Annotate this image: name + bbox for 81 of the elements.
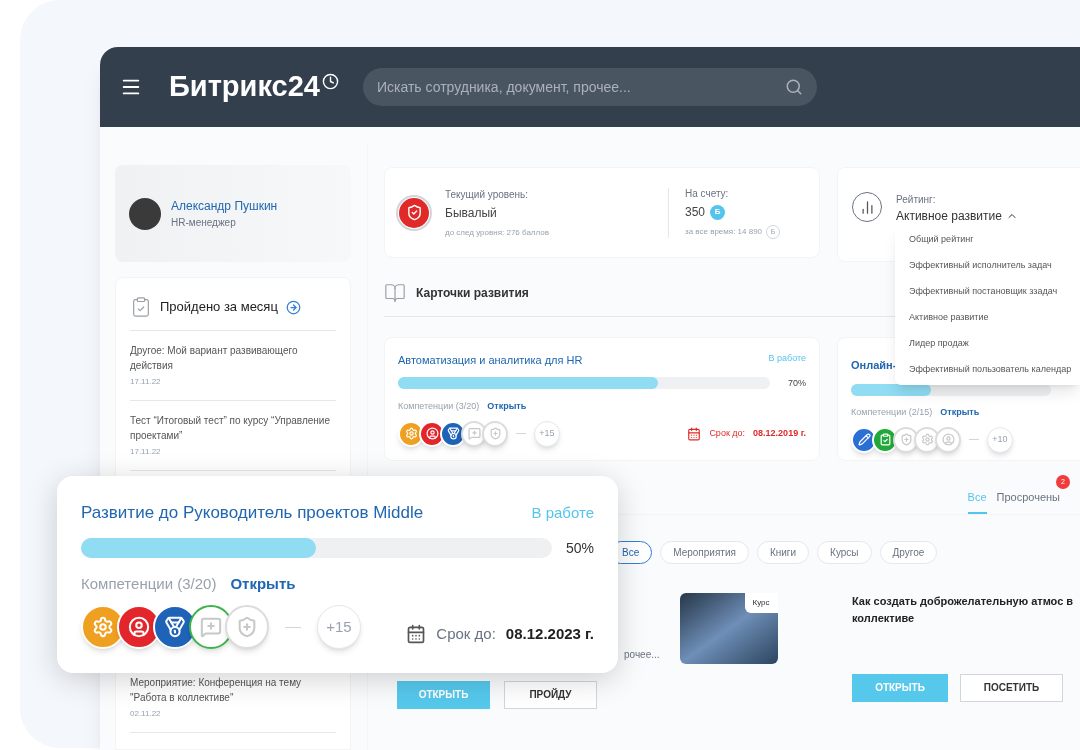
open-link[interactable]: Открыть (230, 572, 296, 595)
competencies-count: Компетенции (3/20) (81, 573, 217, 594)
logo: Битрикс24 (169, 69, 320, 105)
clipboard-check-icon (130, 296, 152, 318)
activity-title[interactable]: Тест “Итоговый тест” по курсу “Управление проектами” (130, 413, 336, 443)
card-title[interactable]: Онлайн- (851, 359, 897, 371)
rating-dropdown[interactable]: Активное развитие (896, 207, 1018, 225)
due-label: Срок до: (436, 623, 496, 644)
competencies-count: Компетенции (2/15) (851, 406, 933, 419)
shield-plus-icon (899, 433, 913, 446)
rating-option[interactable]: Лидер продаж (895, 337, 1080, 351)
activity-date: 02.11.22 (130, 708, 162, 720)
gear-icon (92, 616, 114, 638)
progress-percent: 50% (565, 538, 594, 558)
clipboard-check-icon (878, 433, 892, 446)
search-field[interactable]: Искать сотрудника, документ, прочее... (362, 68, 817, 106)
person-icon (128, 616, 150, 638)
activity-title[interactable]: Мероприятие: Конференция на тему "Работа в коллективе" (130, 675, 336, 705)
filter-chip[interactable]: Курсы (817, 540, 872, 564)
level-label: Текущий уровень: (445, 187, 530, 202)
person-icon (941, 433, 955, 446)
shield-plus-icon (236, 616, 258, 638)
person-icon (425, 427, 439, 440)
course-tag: Курс (744, 592, 778, 613)
due-label: Срок до: (709, 426, 746, 440)
monthly-title: Пройдено за месяц (160, 298, 278, 317)
dash-separator (285, 626, 301, 628)
rating-label: Рейтинг: (896, 193, 937, 207)
balance-label: На счету: (685, 187, 730, 201)
card-status: В работе (531, 502, 594, 523)
competencies-count: Компетенции (3/20) (398, 400, 480, 413)
book-icon (384, 282, 406, 304)
course-description: рочее... (624, 647, 660, 662)
rating-option[interactable]: Эффективный пользователь календар (895, 363, 1080, 377)
card-title[interactable]: Автоматизация и аналитика для HR (398, 352, 583, 369)
filter-tab[interactable]: Просрочены (996, 489, 1060, 514)
gear-icon (920, 433, 934, 446)
note-plus-icon (200, 616, 222, 638)
pencil-icon (857, 433, 871, 446)
medal-icon (164, 616, 186, 638)
open-link[interactable]: Открыть (940, 406, 980, 420)
next-level-text: до след уровня: 276 баллов (445, 226, 550, 239)
gear-icon (404, 427, 418, 440)
visit-button[interactable]: ПОСЕТИТЬ (960, 673, 1063, 702)
activity-date: 17.11.22 (130, 376, 162, 388)
due-date: 08.12.2023 г. (505, 623, 594, 644)
arrow-right-icon[interactable] (285, 299, 301, 315)
avatar (129, 197, 161, 230)
rating-option[interactable]: Эффективный исполнитель задач (895, 259, 1080, 273)
note-plus-icon (467, 427, 481, 440)
rating-option[interactable]: Общий рейтинг (895, 233, 1080, 247)
total-points-text: за все время: 14 890 (685, 226, 763, 238)
level-value: Бывалый (445, 204, 498, 222)
calendar-icon (406, 623, 427, 644)
card-status: В работе (768, 352, 806, 365)
cards-section-title: Карточки развития (416, 285, 529, 302)
open-link[interactable]: Открыть (487, 400, 527, 414)
currency-badge: Б (710, 204, 726, 220)
user-name[interactable]: Александр Пушкин (171, 197, 278, 215)
filter-chip[interactable]: Книги (756, 540, 810, 564)
shield-check-icon (405, 204, 423, 221)
calendar-icon (687, 426, 702, 441)
medal-icon (446, 427, 460, 440)
due-date: 08.12.2019 г. (753, 426, 806, 440)
activity-date: 17.11.22 (130, 446, 162, 458)
rating-option[interactable]: Активное развитие (895, 311, 1080, 325)
filter-chip[interactable]: Мероприятия (660, 540, 749, 564)
shield-plus-icon (488, 427, 502, 440)
rating-option[interactable]: Эффективный постановщик ззадач (895, 285, 1080, 299)
card-title[interactable]: Развитие до Руководитель проектов Middle (81, 500, 424, 526)
filter-chip[interactable]: Другое (879, 540, 938, 564)
user-role: HR-менеджер (171, 216, 237, 230)
activity-title[interactable]: Другое: Мой вариант развивающего действия (130, 343, 336, 373)
balance-value: 350 (685, 204, 706, 221)
dash-separator (969, 439, 979, 440)
progress-percent: 70% (788, 376, 806, 390)
course-title[interactable]: Как создать доброжелательную атмос в коллективе (852, 592, 1078, 627)
attend-button[interactable]: ПРОЙДУ (504, 680, 597, 709)
search-icon[interactable] (784, 78, 803, 96)
dash-separator (516, 433, 526, 434)
clock-icon (321, 72, 339, 90)
